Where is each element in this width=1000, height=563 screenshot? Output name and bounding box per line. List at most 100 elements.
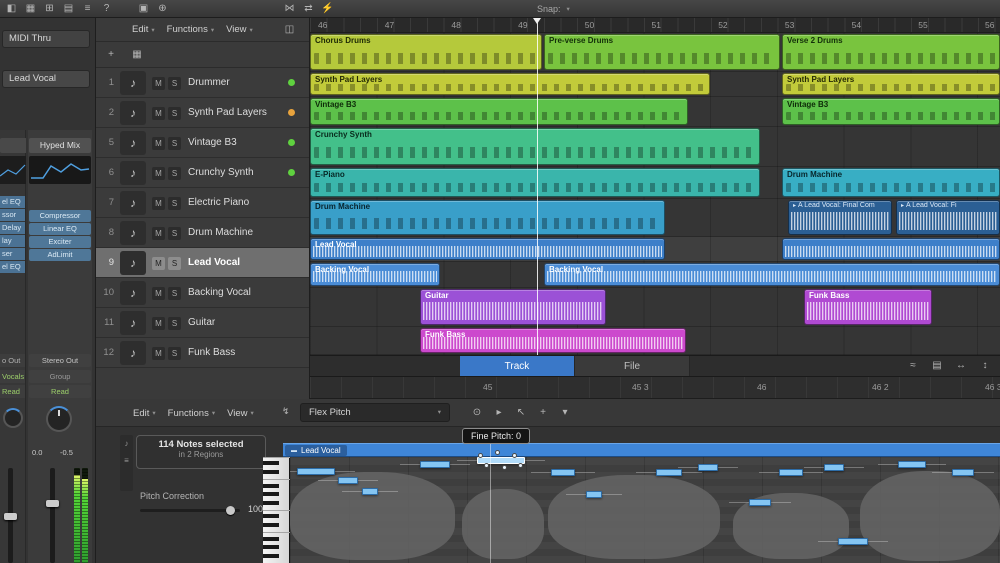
pitch-note[interactable]	[420, 461, 450, 468]
flex-enable-icon[interactable]: ⚡	[318, 1, 337, 17]
track-row[interactable]: 5♪MSVintage B3	[96, 128, 309, 158]
playhead[interactable]	[537, 18, 538, 355]
mute-button[interactable]: M	[152, 197, 165, 210]
bar-ruler[interactable]: 4647484950515253545556	[310, 18, 1000, 33]
mute-button[interactable]: M	[152, 257, 165, 270]
solo-button[interactable]: S	[168, 167, 181, 180]
pitch-note[interactable]	[297, 468, 335, 475]
group-button[interactable]: Group	[29, 370, 91, 383]
mute-button[interactable]: M	[152, 347, 165, 360]
region-audio[interactable]: Funk Bass	[804, 289, 932, 325]
region-comp[interactable]: ▸A Lead Vocal: Final Com	[788, 200, 892, 235]
piano-roll-icon[interactable]: ♪	[125, 439, 129, 448]
plugin-slot[interactable]: AdLimit	[29, 249, 91, 261]
plugin-slot[interactable]: Exciter	[29, 236, 91, 248]
black-key[interactable]	[263, 470, 279, 474]
neighbor-pan-knob[interactable]	[3, 408, 23, 428]
track-header-options-icon[interactable]: ◫	[280, 22, 299, 38]
menu-edit[interactable]: Edit▾	[132, 24, 155, 35]
snap-mode-icon[interactable]: ⇄	[299, 1, 318, 17]
snap-menu[interactable]: Snap: ▾	[537, 4, 570, 14]
plugin-slot[interactable]: el EQ	[0, 196, 25, 208]
tab-file[interactable]: File	[575, 356, 690, 376]
note-handle[interactable]	[484, 463, 489, 468]
neighbor-eq-thumbnail[interactable]	[0, 156, 26, 184]
solo-button[interactable]: S	[168, 77, 181, 90]
eq-thumbnail[interactable]	[29, 156, 91, 184]
note-handle[interactable]	[512, 453, 517, 458]
region-midi[interactable]: Drum Machine	[310, 200, 665, 235]
region-midi[interactable]: Crunchy Synth	[310, 128, 760, 165]
plugin-slot[interactable]: Compressor	[29, 210, 91, 222]
pitch-note[interactable]	[362, 488, 378, 495]
mute-button[interactable]: M	[152, 107, 165, 120]
region-midi[interactable]: Synth Pad Layers	[310, 73, 710, 95]
black-key[interactable]	[263, 523, 279, 527]
note-handle[interactable]	[502, 465, 507, 470]
solo-button[interactable]: S	[168, 347, 181, 360]
solo-button[interactable]: S	[168, 137, 181, 150]
note-handle[interactable]	[518, 463, 523, 468]
track-row[interactable]: 8♪MSDrum Machine	[96, 218, 309, 248]
region-midi[interactable]: Pre-verse Drums	[544, 34, 780, 70]
tab-track[interactable]: Track	[460, 356, 575, 376]
keyboard-icon[interactable]: ▤	[930, 358, 944, 374]
track-inspector-header[interactable]: Lead Vocal	[2, 70, 90, 88]
fader-cap[interactable]	[46, 500, 59, 507]
pitch-note[interactable]	[749, 499, 771, 506]
menu-functions[interactable]: Functions▾	[168, 408, 215, 419]
track-row[interactable]: 1♪MSDrummer	[96, 68, 309, 98]
menu-view[interactable]: View▾	[227, 408, 254, 419]
playhead-handle[interactable]	[533, 18, 541, 24]
add-note-icon[interactable]: +	[536, 405, 550, 421]
note-handle[interactable]	[478, 453, 483, 458]
editor-region-bar[interactable]: ▬ Lead Vocal	[283, 443, 1000, 457]
black-key[interactable]	[263, 501, 279, 505]
black-key[interactable]	[263, 492, 279, 496]
mixer-icon[interactable]: ▦	[21, 1, 40, 17]
track-row[interactable]: 12♪MSFunk Bass	[96, 338, 309, 368]
library-icon[interactable]: ▤	[59, 1, 78, 17]
pitch-note[interactable]	[824, 464, 844, 471]
black-key[interactable]	[263, 554, 279, 558]
add-marker-icon[interactable]: ⊕	[153, 1, 172, 17]
editor-ruler[interactable]: 4545 34646 246 3	[310, 377, 1000, 399]
drag-mode-icon[interactable]: ⋈	[280, 1, 299, 17]
solo-button[interactable]: S	[168, 257, 181, 270]
black-key[interactable]	[263, 514, 279, 518]
track-row[interactable]: 2♪MSSynth Pad Layers	[96, 98, 309, 128]
region-comp[interactable]: ▸A Lead Vocal: Fi	[896, 200, 1000, 235]
mute-button[interactable]: M	[152, 317, 165, 330]
region-midi[interactable]: Chorus Drums	[310, 34, 542, 70]
pan-knob[interactable]	[46, 406, 72, 432]
quick-help-icon[interactable]: ?	[97, 1, 116, 17]
output-button[interactable]: Stereo Out	[29, 354, 91, 367]
menu-edit[interactable]: Edit▾	[133, 408, 156, 419]
plugin-slot[interactable]: ser	[0, 248, 25, 260]
plugin-slot[interactable]: Linear EQ	[29, 223, 91, 235]
track-row[interactable]: 7♪MSElectric Piano	[96, 188, 309, 218]
play-from-selection-icon[interactable]: ▸	[492, 405, 506, 421]
solo-button[interactable]: S	[168, 287, 181, 300]
horizontal-zoom-icon[interactable]: ↔	[954, 358, 968, 374]
track-row[interactable]: 9♪MSLead Vocal	[96, 248, 309, 278]
tool-menu-chevron-icon[interactable]: ▾	[558, 405, 572, 421]
black-key[interactable]	[263, 537, 279, 541]
pitch-note[interactable]	[338, 477, 358, 484]
neighbor-read-button[interactable]: Read	[0, 385, 25, 398]
setting-button[interactable]: Hyped Mix	[29, 138, 91, 153]
region-audio[interactable]: Lead Vocal	[310, 238, 665, 260]
black-key[interactable]	[263, 545, 279, 549]
region-midi[interactable]: Vintage B3	[782, 98, 1000, 125]
solo-button[interactable]: S	[168, 317, 181, 330]
plugin-slot[interactable]: Delay	[0, 222, 25, 234]
pointer-tool-icon[interactable]: ↖	[514, 405, 528, 421]
add-track-icon[interactable]: +	[104, 47, 118, 63]
new-track-type-icon[interactable]: ▦	[130, 47, 144, 63]
pitch-note[interactable]	[952, 469, 974, 476]
region-audio[interactable]: Backing Vocal	[544, 263, 1000, 286]
smart-controls-icon[interactable]: ⊞	[40, 1, 59, 17]
pitch-correction-slider[interactable]	[140, 509, 240, 512]
neighbor-setting-button[interactable]	[0, 138, 26, 153]
region-midi[interactable]: E-Piano	[310, 168, 760, 197]
